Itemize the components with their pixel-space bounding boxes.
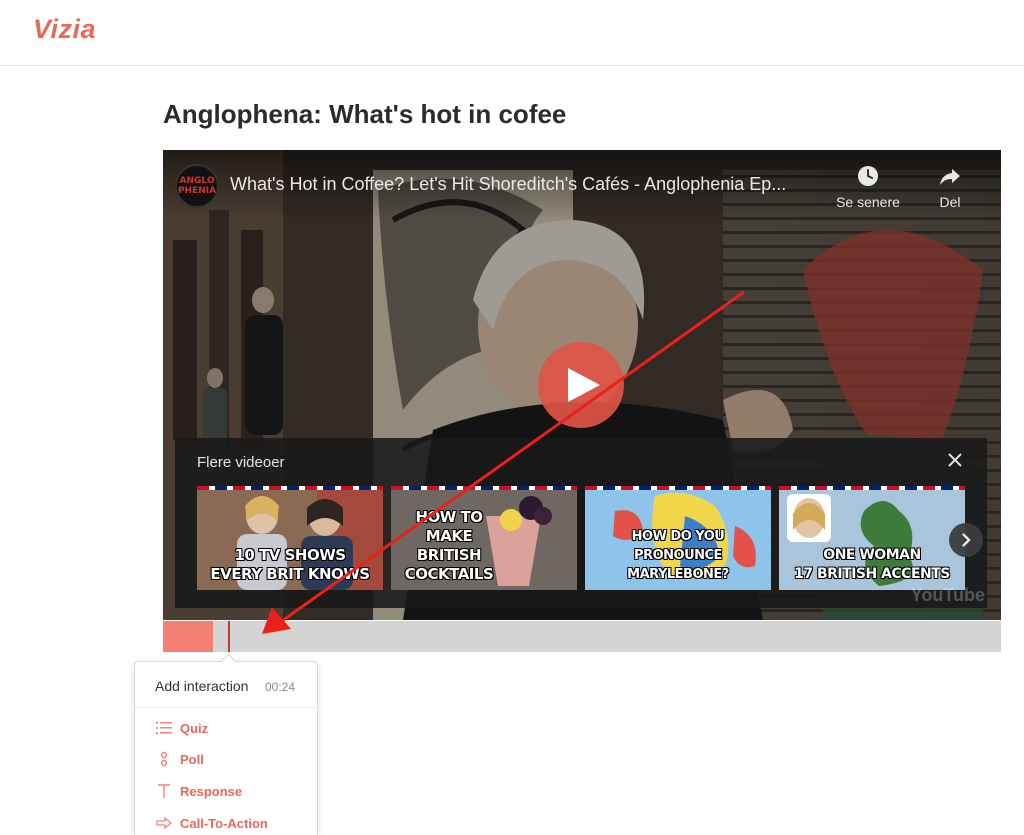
menu-item-label: Response [180,783,243,799]
text-icon [155,783,173,799]
flag-border [197,486,383,490]
chevron-right-icon [962,533,971,547]
poll-icon [155,751,173,767]
more-video-caption: HOW DO YOU PRONOUNCE MARYLEBONE? [627,529,729,582]
list-icon [155,720,173,736]
channel-avatar-text: ANGLO PHENIA [177,176,217,196]
close-icon[interactable] [945,450,965,470]
timeline-progress [163,621,213,652]
page-title: Anglophena: What's hot in cofee [163,99,567,129]
popup-timestamp: 00:24 [265,680,296,694]
more-video-thumb[interactable]: 10 TV SHOWS EVERY BRIT KNOWS [197,486,383,590]
popup-title: Add interaction [155,678,249,694]
arrow-right-icon [155,815,173,831]
more-video-thumb[interactable]: ONE WOMAN 17 BRITISH ACCENTS [779,486,965,590]
video-player[interactable]: ANGLO PHENIA What's Hot in Coffee? Let's… [163,150,1001,620]
flag-border [779,486,965,490]
menu-item-label: Call-To-Action [180,815,268,831]
more-video-thumb[interactable]: HOW DO YOU PRONOUNCE MARYLEBONE? [585,486,771,590]
video-title[interactable]: What's Hot in Coffee? Let's Hit Shoredit… [230,174,786,195]
watch-later-button[interactable]: Se senere [828,164,908,210]
more-video-caption: ONE WOMAN 17 BRITISH ACCENTS [794,547,950,582]
add-interaction-popup: Add interaction 00:24 Quiz Poll Response… [134,653,318,835]
watch-later-label: Se senere [836,194,900,210]
menu-item-label: Quiz [180,720,209,736]
youtube-watermark[interactable]: YouTube [911,585,985,606]
play-button[interactable] [538,342,624,428]
share-label: Del [939,194,961,210]
more-video-thumb[interactable]: HOW TO MAKE BRITISH COCKTAILS [391,486,577,590]
vizia-logo[interactable]: Vizia [33,14,96,45]
menu-item-response[interactable]: Response [155,781,242,801]
interaction-timeline[interactable] [163,621,1001,652]
share-icon [940,169,960,185]
clock-icon [858,166,878,186]
flag-border [391,486,577,490]
menu-item-quiz[interactable]: Quiz [155,718,208,738]
menu-item-label: Poll [180,751,204,767]
more-video-caption: 10 TV SHOWS EVERY BRIT KNOWS [210,546,370,583]
top-bar: Vizia [0,0,1024,66]
timeline-playhead[interactable] [228,621,230,652]
next-videos-button[interactable] [949,523,983,557]
popup-header: Add interaction 00:24 [135,662,317,708]
channel-avatar[interactable]: ANGLO PHENIA [175,164,219,208]
play-icon [568,368,600,402]
video-title-bar: ANGLO PHENIA What's Hot in Coffee? Let's… [163,150,1001,220]
menu-item-call-to-action[interactable]: Call-To-Action [155,813,268,833]
share-button[interactable]: Del [910,164,990,210]
more-video-caption: HOW TO MAKE BRITISH COCKTAILS [404,508,494,583]
more-videos-panel: Flere videoer 10 TV SHOWS EVERY BRIT KNO… [175,438,987,608]
more-videos-title: Flere videoer [197,454,285,471]
menu-item-poll[interactable]: Poll [155,749,204,769]
flag-border [585,486,771,490]
